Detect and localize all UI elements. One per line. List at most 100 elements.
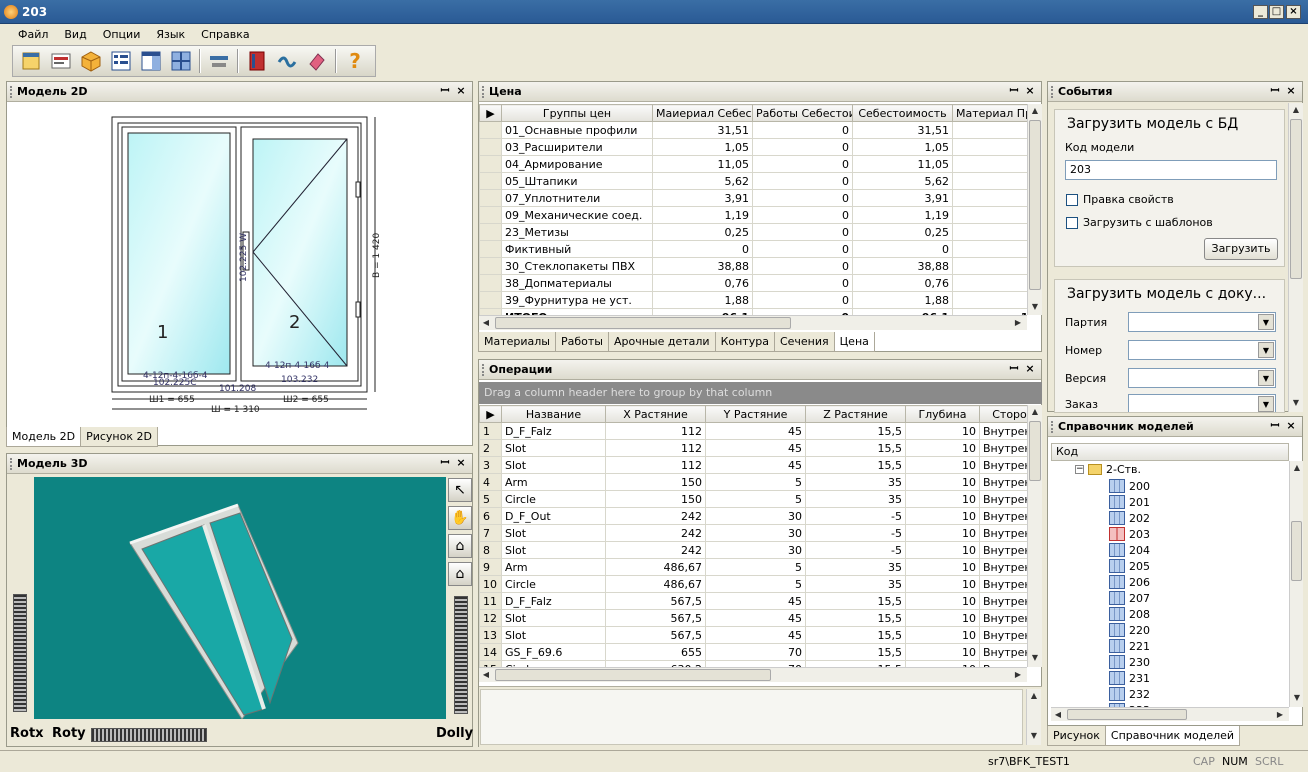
table-cell[interactable]: Slot: [501, 626, 606, 644]
table-cell[interactable]: 15,5: [805, 626, 906, 644]
table-cell[interactable]: [952, 138, 1027, 156]
list-icon[interactable]: [107, 48, 135, 74]
table-cell[interactable]: 15,5: [805, 439, 906, 457]
scroll-left-icon[interactable]: ◀: [479, 668, 493, 682]
table-cell[interactable]: 567,5: [605, 592, 706, 610]
code-column-header[interactable]: Код: [1051, 443, 1289, 461]
pin-icon[interactable]: ꟷ: [1268, 84, 1282, 98]
price-vscroll[interactable]: ▲ ▼: [1027, 104, 1042, 315]
row-number[interactable]: 1: [479, 422, 502, 440]
scroll-down-icon[interactable]: ▼: [1289, 396, 1303, 410]
row-number[interactable]: 2: [479, 439, 502, 457]
tree-item[interactable]: 230: [1109, 655, 1150, 669]
column-header[interactable]: Маиериал Себест...: [652, 104, 753, 122]
table-cell[interactable]: D_F_Out: [501, 507, 606, 525]
row-header[interactable]: [479, 291, 502, 309]
table-cell[interactable]: Фиктивный: [501, 240, 653, 258]
table-cell[interactable]: 1,88: [652, 291, 753, 309]
detail-vscroll[interactable]: ▲ ▼: [1026, 689, 1041, 745]
tree-item[interactable]: 221: [1109, 639, 1150, 653]
table-row[interactable]: Фиктивный 0 0 0: [479, 240, 1027, 258]
table-cell[interactable]: 1,88: [852, 291, 953, 309]
table-cell[interactable]: 242: [605, 541, 706, 559]
table-cell[interactable]: [952, 223, 1027, 241]
load-templates-checkbox[interactable]: [1066, 217, 1078, 229]
table-cell[interactable]: 5: [705, 575, 806, 593]
table-cell[interactable]: 30: [705, 507, 806, 525]
catalog-hscroll[interactable]: ◀ ▶: [1051, 707, 1289, 721]
scroll-down-icon[interactable]: ▼: [1028, 651, 1042, 665]
scroll-left-icon[interactable]: ◀: [1051, 708, 1065, 722]
chevron-down-icon[interactable]: ▼: [1258, 370, 1274, 386]
table-cell[interactable]: 0: [752, 189, 853, 207]
table-cell[interactable]: 0: [752, 274, 853, 292]
table-cell[interactable]: Внутрен: [979, 507, 1027, 525]
scroll-down-icon[interactable]: ▼: [1027, 729, 1041, 743]
table-cell[interactable]: 0: [752, 138, 853, 156]
link-icon[interactable]: [273, 48, 301, 74]
table-cell[interactable]: [952, 189, 1027, 207]
table-cell[interactable]: 35: [805, 558, 906, 576]
table-row[interactable]: 12 Slot 567,5 45 15,5 10 Внутрен: [479, 609, 1027, 627]
table-cell[interactable]: 35: [805, 575, 906, 593]
table-cell[interactable]: 7: [952, 257, 1027, 275]
table-cell[interactable]: Slot: [501, 541, 606, 559]
table-cell[interactable]: 10: [905, 558, 980, 576]
table-cell[interactable]: Внутрен: [979, 558, 1027, 576]
table-cell[interactable]: Внутрен: [979, 575, 1027, 593]
party-select[interactable]: ▼: [1128, 312, 1276, 332]
tree-folder[interactable]: − 2-Ств.: [1075, 463, 1141, 476]
row-number[interactable]: 6: [479, 507, 502, 525]
column-header[interactable]: Название: [501, 405, 606, 423]
row-header[interactable]: [479, 257, 502, 275]
tab-materials[interactable]: Материалы: [478, 332, 556, 352]
collapse-icon[interactable]: −: [1075, 465, 1084, 474]
table-cell[interactable]: 05_Штапики: [501, 172, 653, 190]
table-cell[interactable]: 0: [752, 291, 853, 309]
table-cell[interactable]: Внутрен: [979, 439, 1027, 457]
table-cell[interactable]: 04_Армирование: [501, 155, 653, 173]
transfer-icon[interactable]: [205, 48, 233, 74]
table-cell[interactable]: Внутрен: [979, 609, 1027, 627]
column-header[interactable]: Работы Себестои...: [752, 104, 853, 122]
table-cell[interactable]: 5,62: [852, 172, 953, 190]
cube-icon[interactable]: [77, 48, 105, 74]
column-header[interactable]: Себестоимость: [852, 104, 953, 122]
column-header[interactable]: Глубина: [905, 405, 980, 423]
table-cell[interactable]: Arm: [501, 473, 606, 491]
table-cell[interactable]: 10: [905, 473, 980, 491]
table-cell[interactable]: 11,05: [852, 155, 953, 173]
scroll-down-icon[interactable]: ▼: [1028, 300, 1042, 314]
hand-icon[interactable]: ✋: [448, 506, 472, 530]
column-header[interactable]: Y Растяние: [705, 405, 806, 423]
table-cell[interactable]: Circle: [501, 575, 606, 593]
scroll-thumb[interactable]: [1291, 521, 1302, 581]
3d-viewport[interactable]: [34, 477, 446, 719]
tab-contours[interactable]: Контура: [714, 332, 775, 352]
menu-file[interactable]: Файл: [10, 28, 56, 41]
tree-item[interactable]: 231: [1109, 671, 1150, 685]
operations-hscroll[interactable]: ◀ ▶: [479, 667, 1027, 682]
row-header[interactable]: [479, 206, 502, 224]
table-cell[interactable]: 0: [752, 223, 853, 241]
table-cell[interactable]: 10: [905, 490, 980, 508]
table-cell[interactable]: 03_Расширители: [501, 138, 653, 156]
table-cell[interactable]: 2: [952, 155, 1027, 173]
scroll-thumb[interactable]: [495, 669, 771, 681]
table-cell[interactable]: Внутрен: [979, 524, 1027, 542]
tab-model-2d[interactable]: Модель 2D: [6, 427, 82, 447]
window-drawing[interactable]: 1 2 4-12п-4-16б-4 4-12п-4-16б-4 102.225C…: [107, 112, 387, 414]
table-cell[interactable]: Внутрен: [979, 490, 1027, 508]
tree-item[interactable]: 200: [1109, 479, 1150, 493]
table-cell[interactable]: 655: [605, 643, 706, 661]
price-hscroll[interactable]: ◀ ▶: [479, 315, 1027, 330]
table-cell[interactable]: 35: [805, 490, 906, 508]
table-cell[interactable]: 0,76: [852, 274, 953, 292]
table-cell[interactable]: 10: [905, 541, 980, 559]
table-cell[interactable]: 39_Фурнитура не уст.: [501, 291, 653, 309]
scroll-thumb[interactable]: [1067, 709, 1187, 720]
tab-sections[interactable]: Сечения: [773, 332, 835, 352]
tab-drawing-2d[interactable]: Рисунок 2D: [80, 427, 158, 447]
table-cell[interactable]: 1,19: [852, 206, 953, 224]
table-cell[interactable]: Circle: [501, 490, 606, 508]
